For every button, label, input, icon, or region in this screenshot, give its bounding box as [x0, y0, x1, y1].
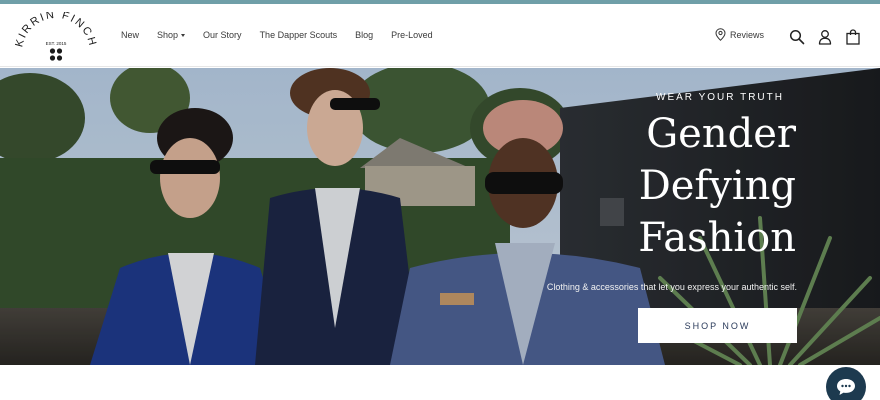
nav-item-label: Shop	[157, 30, 179, 40]
svg-text:EST. 2015: EST. 2015	[46, 41, 67, 46]
account-button[interactable]	[817, 29, 833, 45]
nav-item-dapper-scouts[interactable]: The Dapper Scouts	[260, 30, 338, 40]
hero-title: Gender Defying Fashion	[610, 108, 810, 264]
nav-item-blog[interactable]: Blog	[355, 30, 373, 40]
hero-subtitle: Clothing & accessories that let you expr…	[546, 282, 797, 292]
chevron-down-icon	[181, 33, 186, 37]
nav-item-label: Pre-Loved	[391, 30, 433, 40]
shop-now-button[interactable]: SHOP NOW	[638, 308, 797, 343]
hero-title-line: Defying	[638, 163, 796, 209]
user-icon	[818, 30, 832, 45]
hero-kicker: WEAR YOUR TRUTH	[656, 92, 784, 103]
chat-icon	[837, 379, 855, 395]
nav-item-label: Blog	[355, 30, 374, 40]
hero-title-line: Fashion	[638, 215, 796, 261]
location-pin-icon	[715, 28, 726, 41]
main-nav: New Shop Our Story The Dapper Scouts Blo…	[121, 30, 451, 40]
nav-item-our-story[interactable]: Our Story	[203, 30, 242, 40]
search-icon	[789, 29, 805, 45]
chat-launcher-button[interactable]	[826, 367, 866, 400]
cart-button[interactable]	[845, 29, 861, 45]
search-button[interactable]	[789, 29, 805, 45]
reviews-label: Reviews	[730, 29, 765, 40]
site-header: KIRRIN FINCH EST. 2015 New Shop Our Stor…	[0, 4, 880, 67]
nav-item-shop[interactable]: Shop	[157, 30, 186, 40]
nav-item-label: Our Story	[203, 30, 242, 40]
nav-item-pre-loved[interactable]: Pre-Loved	[391, 30, 433, 40]
hero-banner: WEAR YOUR TRUTH Gender Defying Fashion C…	[0, 68, 880, 365]
nav-item-label: New	[121, 30, 140, 40]
shopping-bag-icon	[846, 29, 860, 45]
hero-title-line: Gender	[646, 111, 796, 157]
nav-item-new[interactable]: New	[121, 30, 139, 40]
brand-logo[interactable]: KIRRIN FINCH EST. 2015	[13, 9, 98, 64]
nav-item-label: The Dapper Scouts	[259, 30, 338, 40]
reviews-link[interactable]: Reviews	[715, 28, 764, 41]
